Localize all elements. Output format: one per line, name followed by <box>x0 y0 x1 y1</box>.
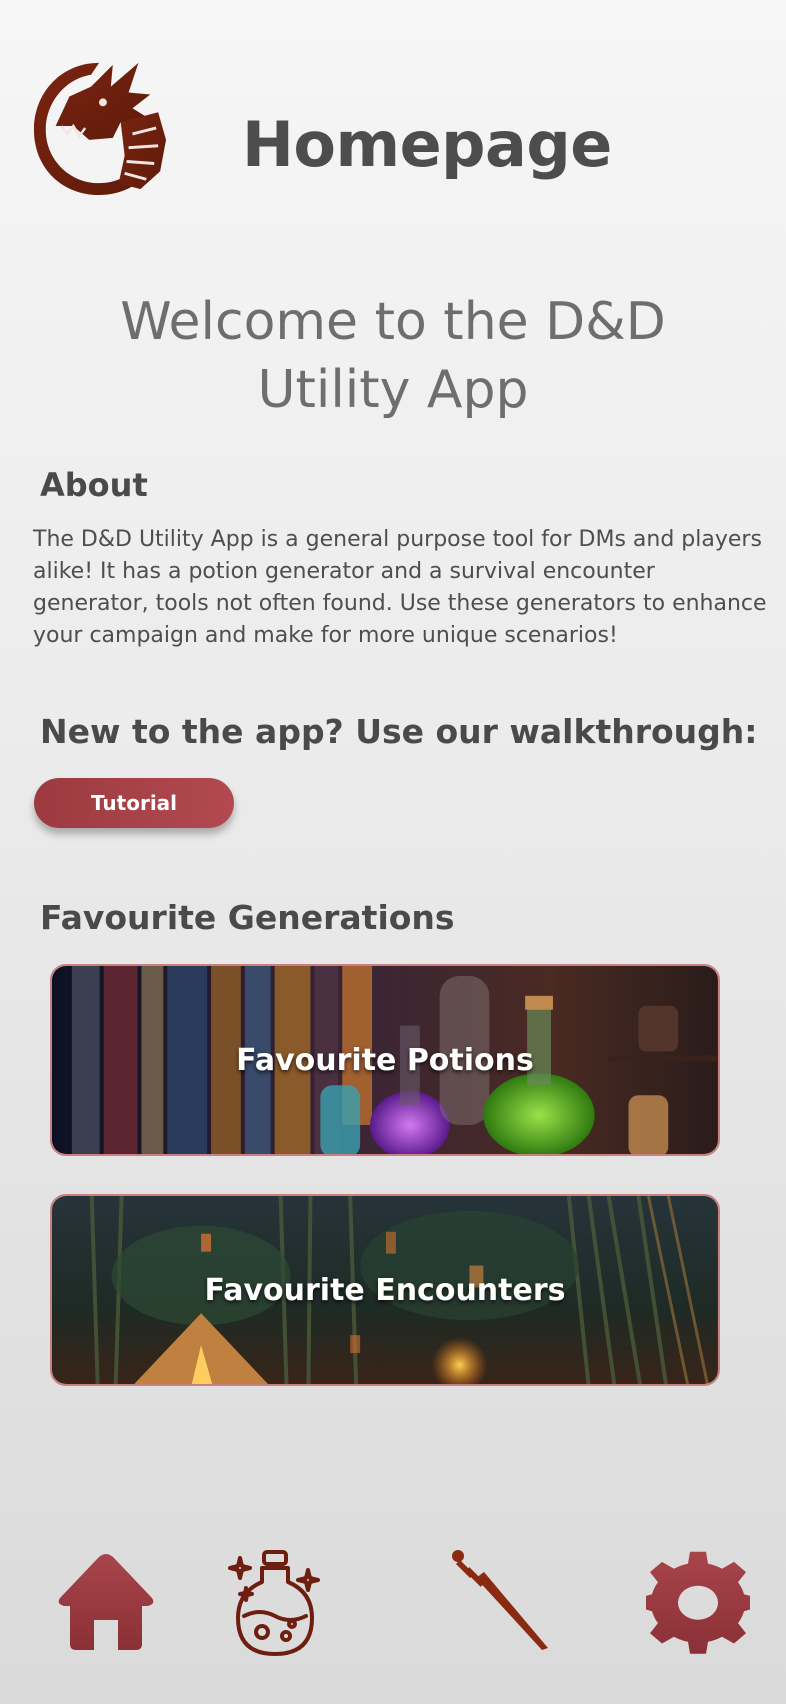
dragon-logo-icon <box>33 62 167 196</box>
dagger-icon[interactable] <box>450 1548 550 1652</box>
favourite-encounters-card[interactable]: Favourite Encounters <box>50 1194 720 1386</box>
page-title: Homepage <box>242 108 612 181</box>
welcome-line-2: Utility App <box>257 360 529 420</box>
walkthrough-heading: New to the app? Use our walkthrough: <box>40 712 758 751</box>
about-text: The D&D Utility App is a general purpose… <box>33 527 767 648</box>
tutorial-button[interactable]: Tutorial <box>34 778 234 828</box>
gear-icon[interactable] <box>646 1548 750 1656</box>
welcome-heading: Welcome to the D&D Utility App <box>60 288 726 424</box>
welcome-line-1: Welcome to the D&D <box>120 292 666 352</box>
favourite-potions-card[interactable]: Favourite Potions <box>50 964 720 1156</box>
potion-icon[interactable] <box>226 1548 324 1660</box>
about-heading: About <box>40 466 148 504</box>
home-icon[interactable] <box>56 1548 156 1652</box>
favourite-encounters-label: Favourite Encounters <box>204 1272 566 1308</box>
favourites-heading: Favourite Generations <box>40 898 455 937</box>
favourite-potions-label: Favourite Potions <box>236 1042 534 1078</box>
